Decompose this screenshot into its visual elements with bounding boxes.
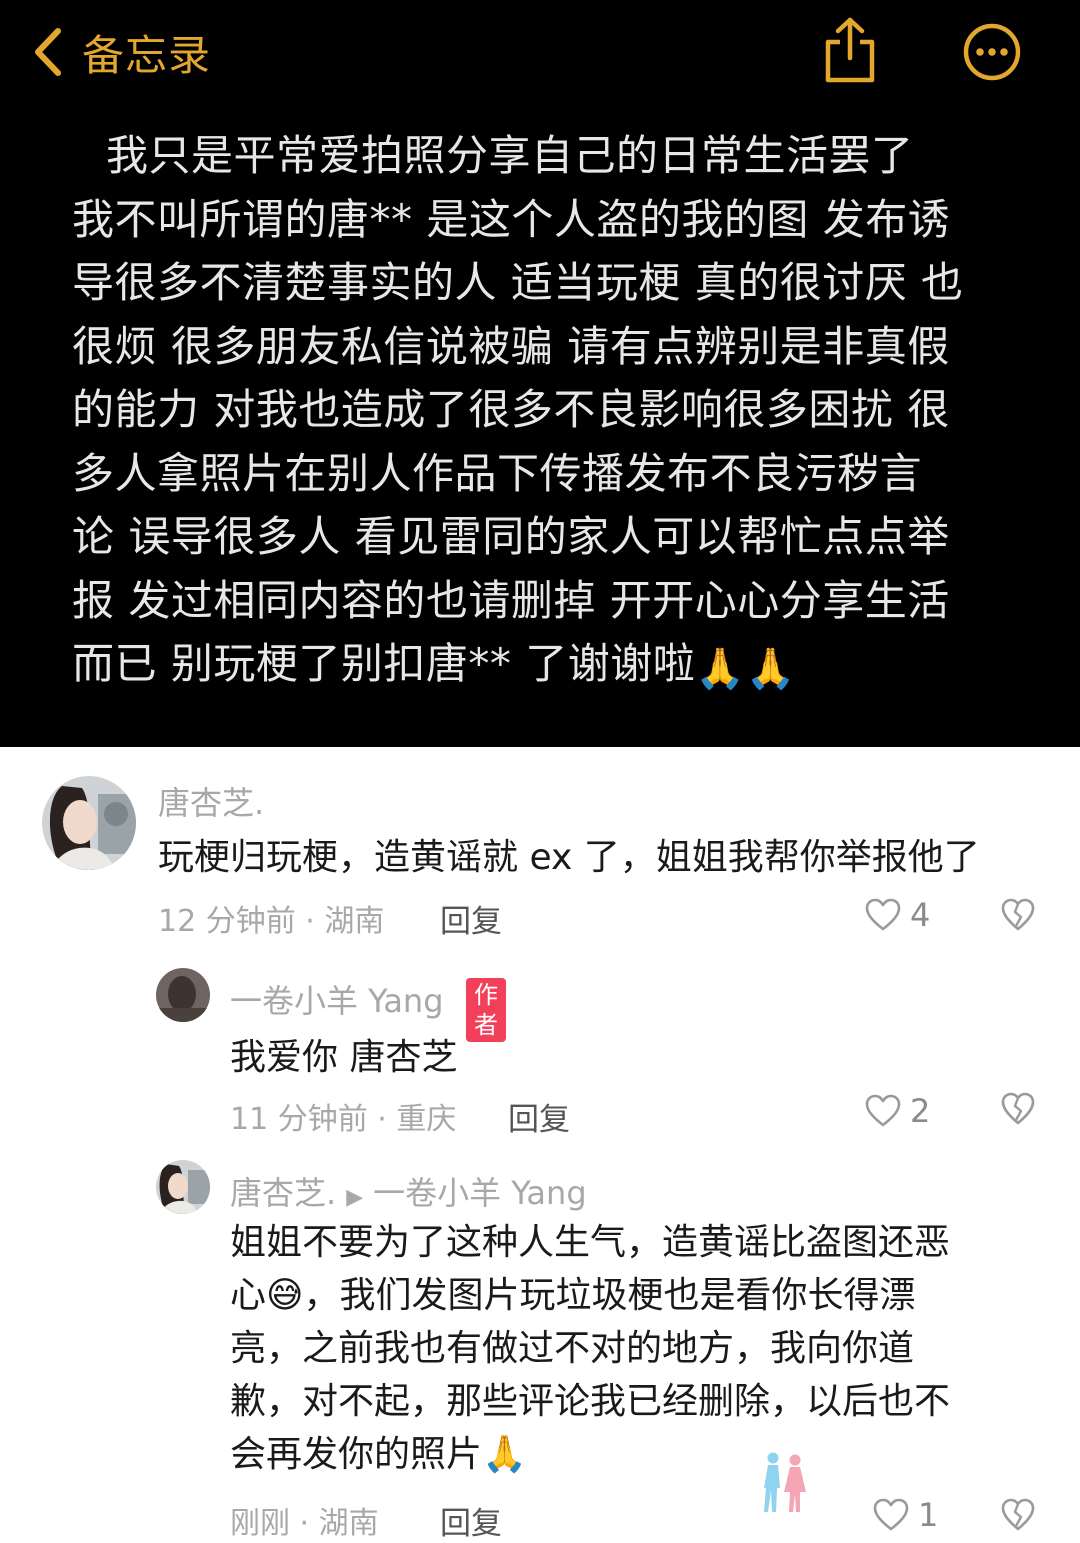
comment-time-location: 12 分钟前 · 湖南: [158, 904, 385, 939]
note-text: 我只是平常爱拍照分享自己的日常生活罢了 我不叫所谓的唐** 是这个人盗的我的图 发…: [72, 124, 1022, 702]
comment-author[interactable]: 唐杏芝.: [230, 1174, 336, 1212]
comment-author-line: 唐杏芝. ▶ 一卷小羊 Yang: [230, 1168, 587, 1214]
couple-watermark-icon: [764, 1452, 806, 1512]
note-line: 多人拿照片在别人作品下传播发布不良污秽言: [72, 448, 923, 498]
comment-text-line: 歉，对不起，那些评论我已经删除，以后也不: [230, 1381, 951, 1422]
reply-arrow-icon: ▶: [346, 1185, 364, 1210]
heart-icon: [865, 1094, 901, 1127]
comment-author[interactable]: 唐杏芝.: [158, 778, 264, 824]
comment-text-line: 姐姐不要为了这种人生气，造黄谣比盗图还恶: [230, 1222, 951, 1263]
note-line: 而已 别玩梗了别扣唐** 了谢谢啦: [72, 639, 696, 688]
more-icon[interactable]: [962, 22, 1022, 82]
chevron-left-icon: [35, 28, 61, 76]
back-label: 备忘录: [82, 30, 212, 80]
note-line: 我不叫所谓的唐** 是这个人盗的我的图 发布诱: [72, 194, 951, 244]
broken-heart-icon[interactable]: [1000, 898, 1036, 932]
broken-heart-icon[interactable]: [1000, 1498, 1036, 1532]
like-count: 4: [910, 896, 931, 934]
note-line: 我只是平常爱拍照分享自己的日常生活罢了: [106, 131, 914, 180]
comment-time-location: 11 分钟前 · 重庆: [230, 1102, 457, 1137]
note-line: 的能力 对我也造成了很多不良影响很多困扰 很: [72, 385, 950, 434]
like-count: 2: [910, 1092, 931, 1130]
comment-text: 我爱你 唐杏芝: [230, 1037, 458, 1078]
like-button[interactable]: 4: [864, 896, 930, 934]
share-icon[interactable]: [822, 16, 878, 84]
avatar[interactable]: [156, 968, 210, 1022]
heart-icon: [873, 1498, 909, 1531]
comment-time-location: 刚刚 · 湖南: [230, 1506, 379, 1541]
note-line: 报 发过相同内容的也请删掉 开开心心分享生活: [72, 575, 950, 625]
like-button[interactable]: 2: [864, 1092, 930, 1130]
reply-to-user[interactable]: 一卷小羊 Yang: [373, 1174, 587, 1212]
note-line: 很烦 很多朋友私信说被骗 请有点辨别是非真假: [72, 321, 950, 371]
broken-heart-icon[interactable]: [1000, 1092, 1036, 1126]
notes-panel: 备忘录 我只是平常爱拍照分享自己的日常生活罢了 我不叫所谓的唐** 是这个人盗的我…: [0, 0, 1080, 747]
like-count: 1: [918, 1496, 939, 1534]
comment-author[interactable]: 一卷小羊 Yang: [230, 976, 444, 1022]
note-line: 论 误导很多人 看见雷同的家人可以帮忙点点举: [72, 512, 950, 561]
heart-icon: [865, 898, 901, 931]
pray-emoji: 🙏🙏: [695, 646, 796, 692]
reply-button[interactable]: 回复: [440, 1498, 502, 1543]
like-button[interactable]: 1: [872, 1496, 938, 1534]
comment-text-line: 亮，之前我也有做过不对的地方，我向你道: [230, 1328, 915, 1369]
reply-button[interactable]: 回复: [508, 1094, 570, 1139]
comment-text: 玩梗归玩梗，造黄谣就 ex 了，姐姐我帮你举报他了: [158, 837, 980, 878]
avatar[interactable]: [42, 776, 136, 870]
comment-text: 姐姐不要为了这种人生气，造黄谣比盗图还恶 心😅，我们发图片玩垃圾梗也是看你长得漂亮…: [230, 1216, 1040, 1481]
back-button[interactable]: 备忘录: [30, 24, 211, 80]
reply-button[interactable]: 回复: [440, 896, 502, 941]
avatar[interactable]: [156, 1160, 210, 1214]
note-line: 导很多不清楚事实的人 适当玩梗 真的很讨厌 也: [72, 258, 964, 307]
comment-text-line: 会再发你的照片🙏: [230, 1434, 527, 1475]
comment-text-line: 心😅，我们发图片玩垃圾梗也是看你长得漂: [230, 1275, 916, 1316]
